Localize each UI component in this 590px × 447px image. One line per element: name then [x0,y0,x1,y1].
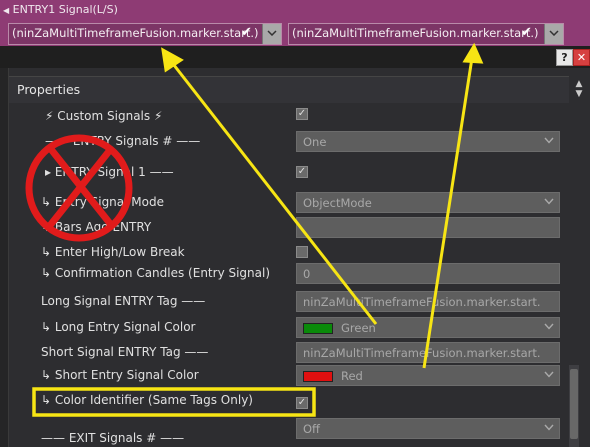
row-confirmation-candles: ↳ Confirmation Candles (Entry Signal) 0 [9,262,569,287]
input-value: ninZaMultiTimeframeFusion.marker.start. [303,346,541,360]
color-name: Red [341,369,363,383]
input-value: ninZaMultiTimeframeFusion.marker.start. [303,295,541,309]
row-short-signal-entry-tag: Short Signal ENTRY Tag —— ninZaMultiTime… [9,341,569,366]
scrollbar-thumb[interactable] [570,369,578,439]
strip-title-text: ENTRY1 Signal(L/S) [12,3,118,16]
long-signal-entry-tag-input[interactable]: ninZaMultiTimeframeFusion.marker.start. [296,291,560,312]
row-label: ↳ Confirmation Candles (Entry Signal) [41,266,271,280]
exit-signals-select[interactable]: Off [296,418,560,439]
confirmation-candles-input[interactable]: 0 [296,263,560,284]
short-signal-value: (ninZaMultiTimeframeFusion.marker.start.… [292,26,539,40]
entry-signal-mode-select[interactable]: ObjectMode [296,192,560,213]
row-label: —— EXIT Signals # —— [41,431,185,445]
entry-signal-1-checkbox[interactable]: ✓ [296,166,308,178]
row-label: ↳ Short Entry Signal Color [41,368,199,382]
property-grid: ⚡ Custom Signals ⚡ ✓ —— ENTRY Signals # … [9,103,569,447]
chevron-down-icon [544,323,554,330]
bars-ago-entry-input[interactable] [296,217,560,238]
input-value: 0 [303,267,311,281]
check-icon: ✔ [521,25,532,40]
chevron-down-icon [549,30,559,36]
chevron-down-icon [544,424,554,431]
row-label: ↳ Color Identifier (Same Tags Only) [41,393,253,407]
custom-signals-checkbox[interactable]: ✓ [296,108,308,120]
row-label: ↳ Entry Signal Mode [41,195,164,209]
help-button[interactable]: ? [556,49,573,66]
close-button[interactable]: ✕ [573,49,590,66]
signal-strip: ◀ ENTRY1 Signal(L/S) (ninZaMultiTimefram… [0,0,590,46]
left-gutter [0,68,9,447]
row-color-identifier: ↳ Color Identifier (Same Tags Only) ✓ [9,389,569,414]
scroll-up-icon[interactable]: ▲ [572,79,586,89]
long-signal-dropdown-button[interactable] [262,24,281,44]
window-header-bar [0,46,590,68]
properties-title: Properties [17,82,81,97]
chevron-down-icon [544,371,554,378]
collapse-triangle-icon[interactable]: ◀ [3,6,9,15]
row-label: Short Signal ENTRY Tag —— [41,345,209,359]
chevron-down-icon [267,30,277,36]
color-swatch-green [303,323,333,334]
row-label: ▸ ENTRY Signal 1 —— [45,165,174,179]
row-label: —— ENTRY Signals # —— [45,134,201,148]
row-short-entry-signal-color: ↳ Short Entry Signal Color Red [9,364,569,389]
row-label: ↳ Long Entry Signal Color [41,320,196,334]
chevron-down-icon [544,137,554,144]
row-entry-signals: —— ENTRY Signals # —— One [9,130,569,155]
entry-signals-select[interactable]: One [296,131,560,152]
properties-header: Properties [9,76,569,104]
app-window: ◀ ENTRY1 Signal(L/S) (ninZaMultiTimefram… [0,0,590,447]
color-name: Green [341,321,376,335]
row-long-entry-signal-color: ↳ Long Entry Signal Color Green [9,316,569,341]
long-signal-field[interactable]: (ninZaMultiTimeframeFusion.marker.start.… [8,23,282,45]
long-signal-value: (ninZaMultiTimeframeFusion.marker.start.… [12,26,259,40]
row-entry-signal-1: ▸ ENTRY Signal 1 —— ✓ [9,161,569,186]
select-value: Off [303,422,320,436]
strip-title: ◀ ENTRY1 Signal(L/S) [3,3,118,16]
select-value: One [303,135,327,149]
property-grid-scrollbar[interactable] [569,365,579,447]
short-signal-field[interactable]: (ninZaMultiTimeframeFusion.marker.start.… [288,23,564,45]
short-signal-entry-tag-input[interactable]: ninZaMultiTimeframeFusion.marker.start. [296,342,560,363]
row-exit-signals: —— EXIT Signals # —— Off [9,417,569,445]
chevron-down-icon [544,198,554,205]
row-long-signal-entry-tag: Long Signal ENTRY Tag —— ninZaMultiTimef… [9,290,569,315]
panel-scroll-arrows[interactable]: ▲ ▼ [572,79,586,101]
short-signal-dropdown-button[interactable] [544,24,563,44]
row-bars-ago-entry: ↳ Bars Ago ENTRY [9,216,569,241]
long-entry-color-select[interactable]: Green [296,317,560,338]
row-label: Long Signal ENTRY Tag —— [41,294,206,308]
row-label: ↳ Enter High/Low Break [41,245,185,259]
row-label: ↳ Bars Ago ENTRY [41,220,152,234]
enter-high-low-break-checkbox[interactable] [296,246,308,258]
row-entry-signal-mode: ↳ Entry Signal Mode ObjectMode [9,191,569,216]
scroll-down-icon[interactable]: ▼ [572,89,586,99]
color-identifier-checkbox[interactable]: ✓ [296,397,308,409]
select-value: ObjectMode [303,196,372,210]
short-entry-color-select[interactable]: Red [296,365,560,386]
row-custom-signals: ⚡ Custom Signals ⚡ ✓ [9,105,569,130]
check-icon: ✔ [241,25,252,40]
color-swatch-red [303,371,333,382]
row-label: ⚡ Custom Signals ⚡ [45,109,163,123]
